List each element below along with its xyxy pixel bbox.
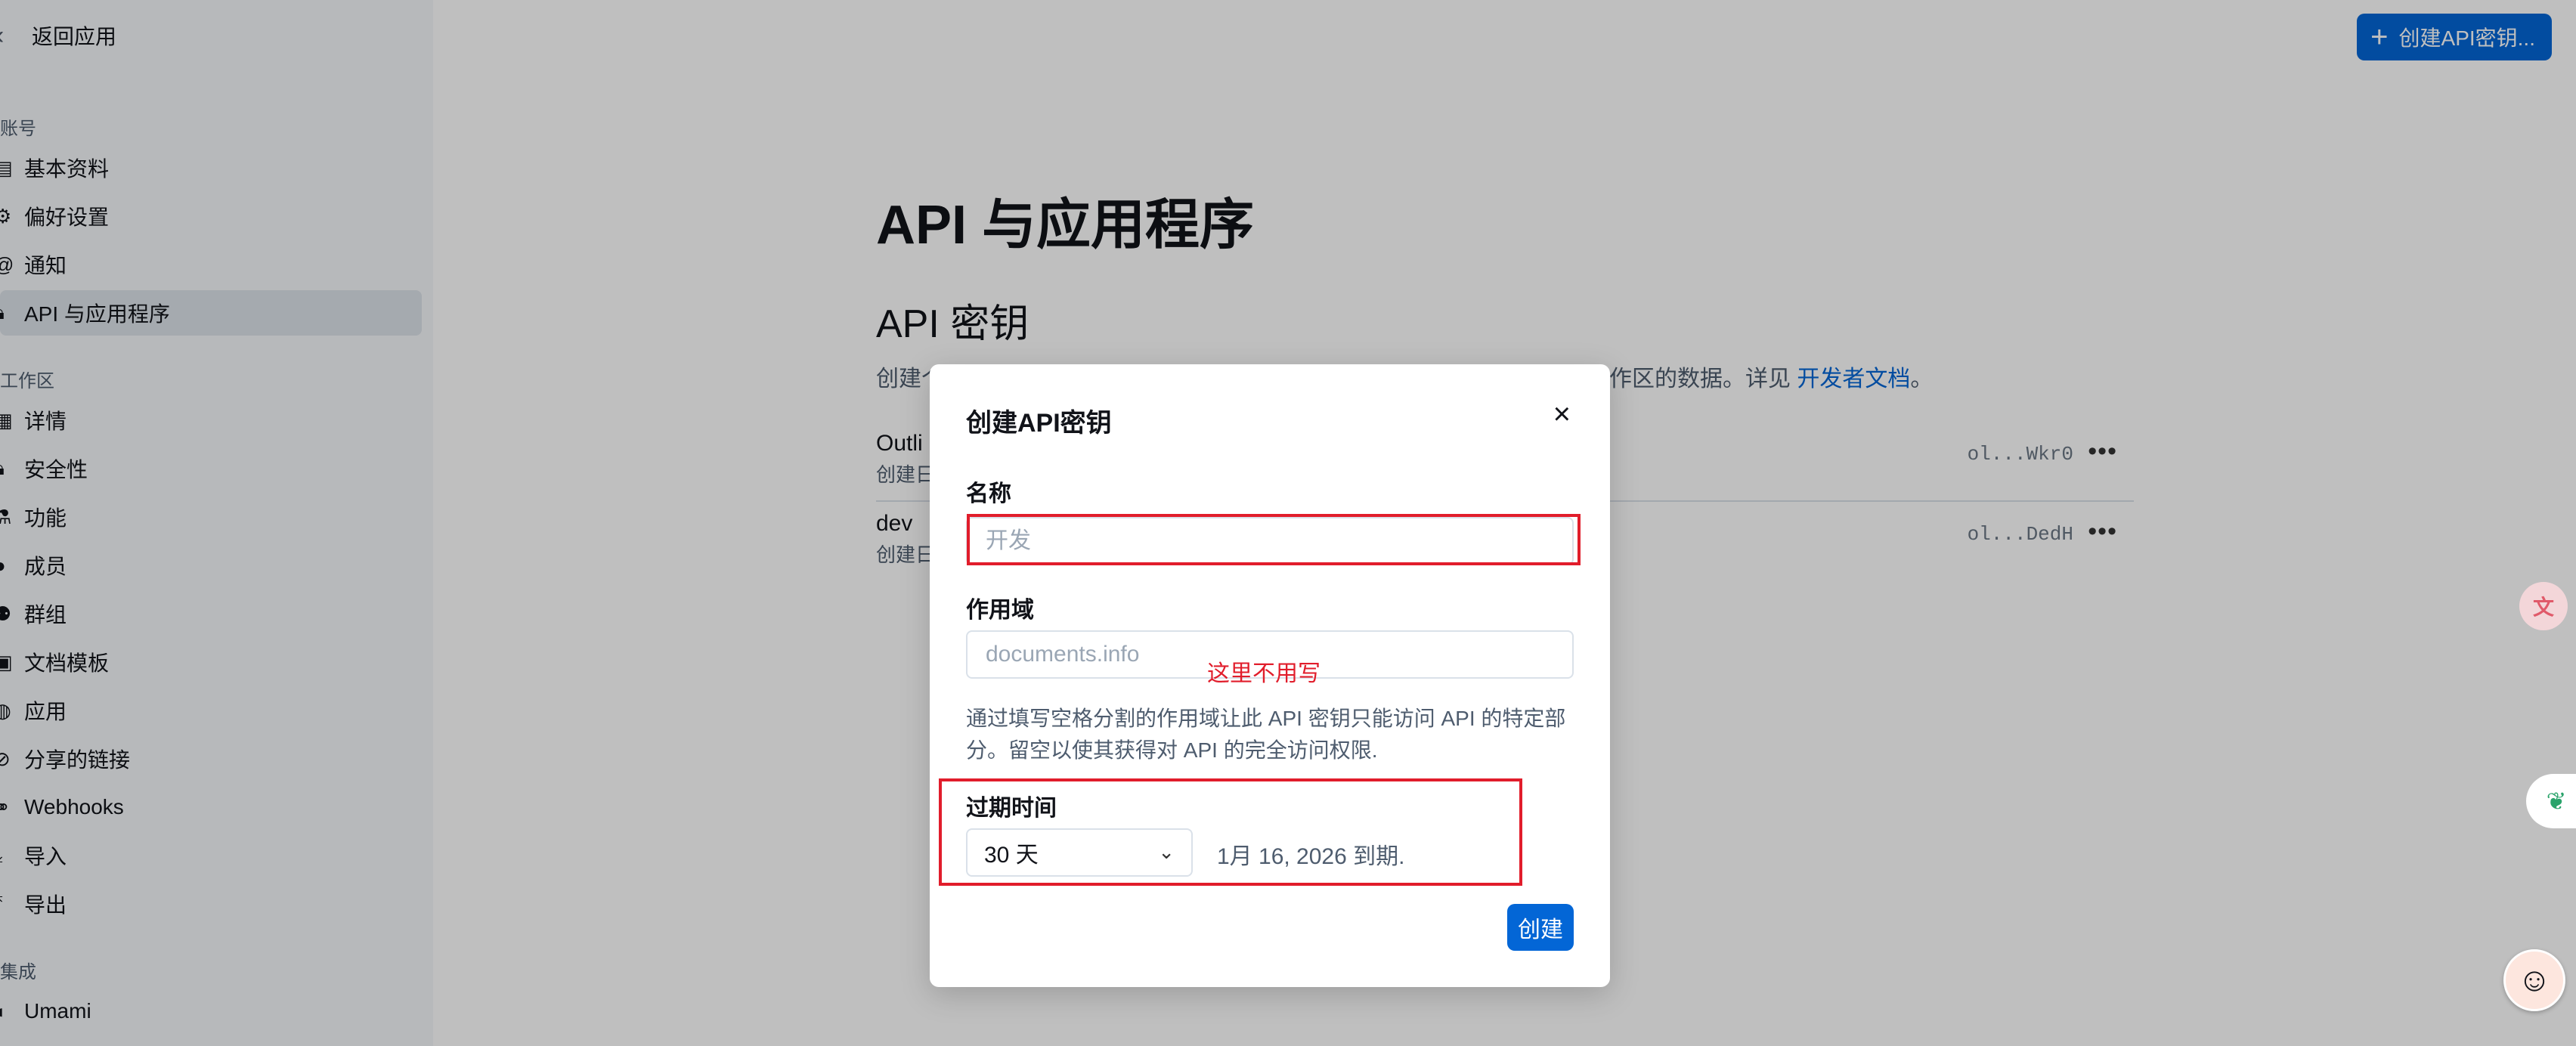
dialog-title: 创建API密钥 [966, 409, 1112, 438]
create-button[interactable]: 创建 [1507, 904, 1574, 951]
annotation-box-name [967, 514, 1581, 565]
translate-icon[interactable]: 文 [2519, 582, 2568, 630]
scope-help-text: 通过填写空格分割的作用域让此 API 密钥只能访问 API 的特定部分。留空以使… [966, 707, 1566, 762]
annotation-scope-note: 这里不用写 [1207, 661, 1321, 686]
scope-label: 作用域 [966, 598, 1034, 623]
annotation-box-expiry [939, 778, 1522, 886]
assistant-avatar[interactable]: ☺ [2503, 949, 2565, 1011]
close-icon[interactable]: × [1553, 399, 1571, 429]
leaf-icon[interactable]: ❦ [2526, 774, 2576, 828]
name-label: 名称 [966, 481, 1011, 506]
